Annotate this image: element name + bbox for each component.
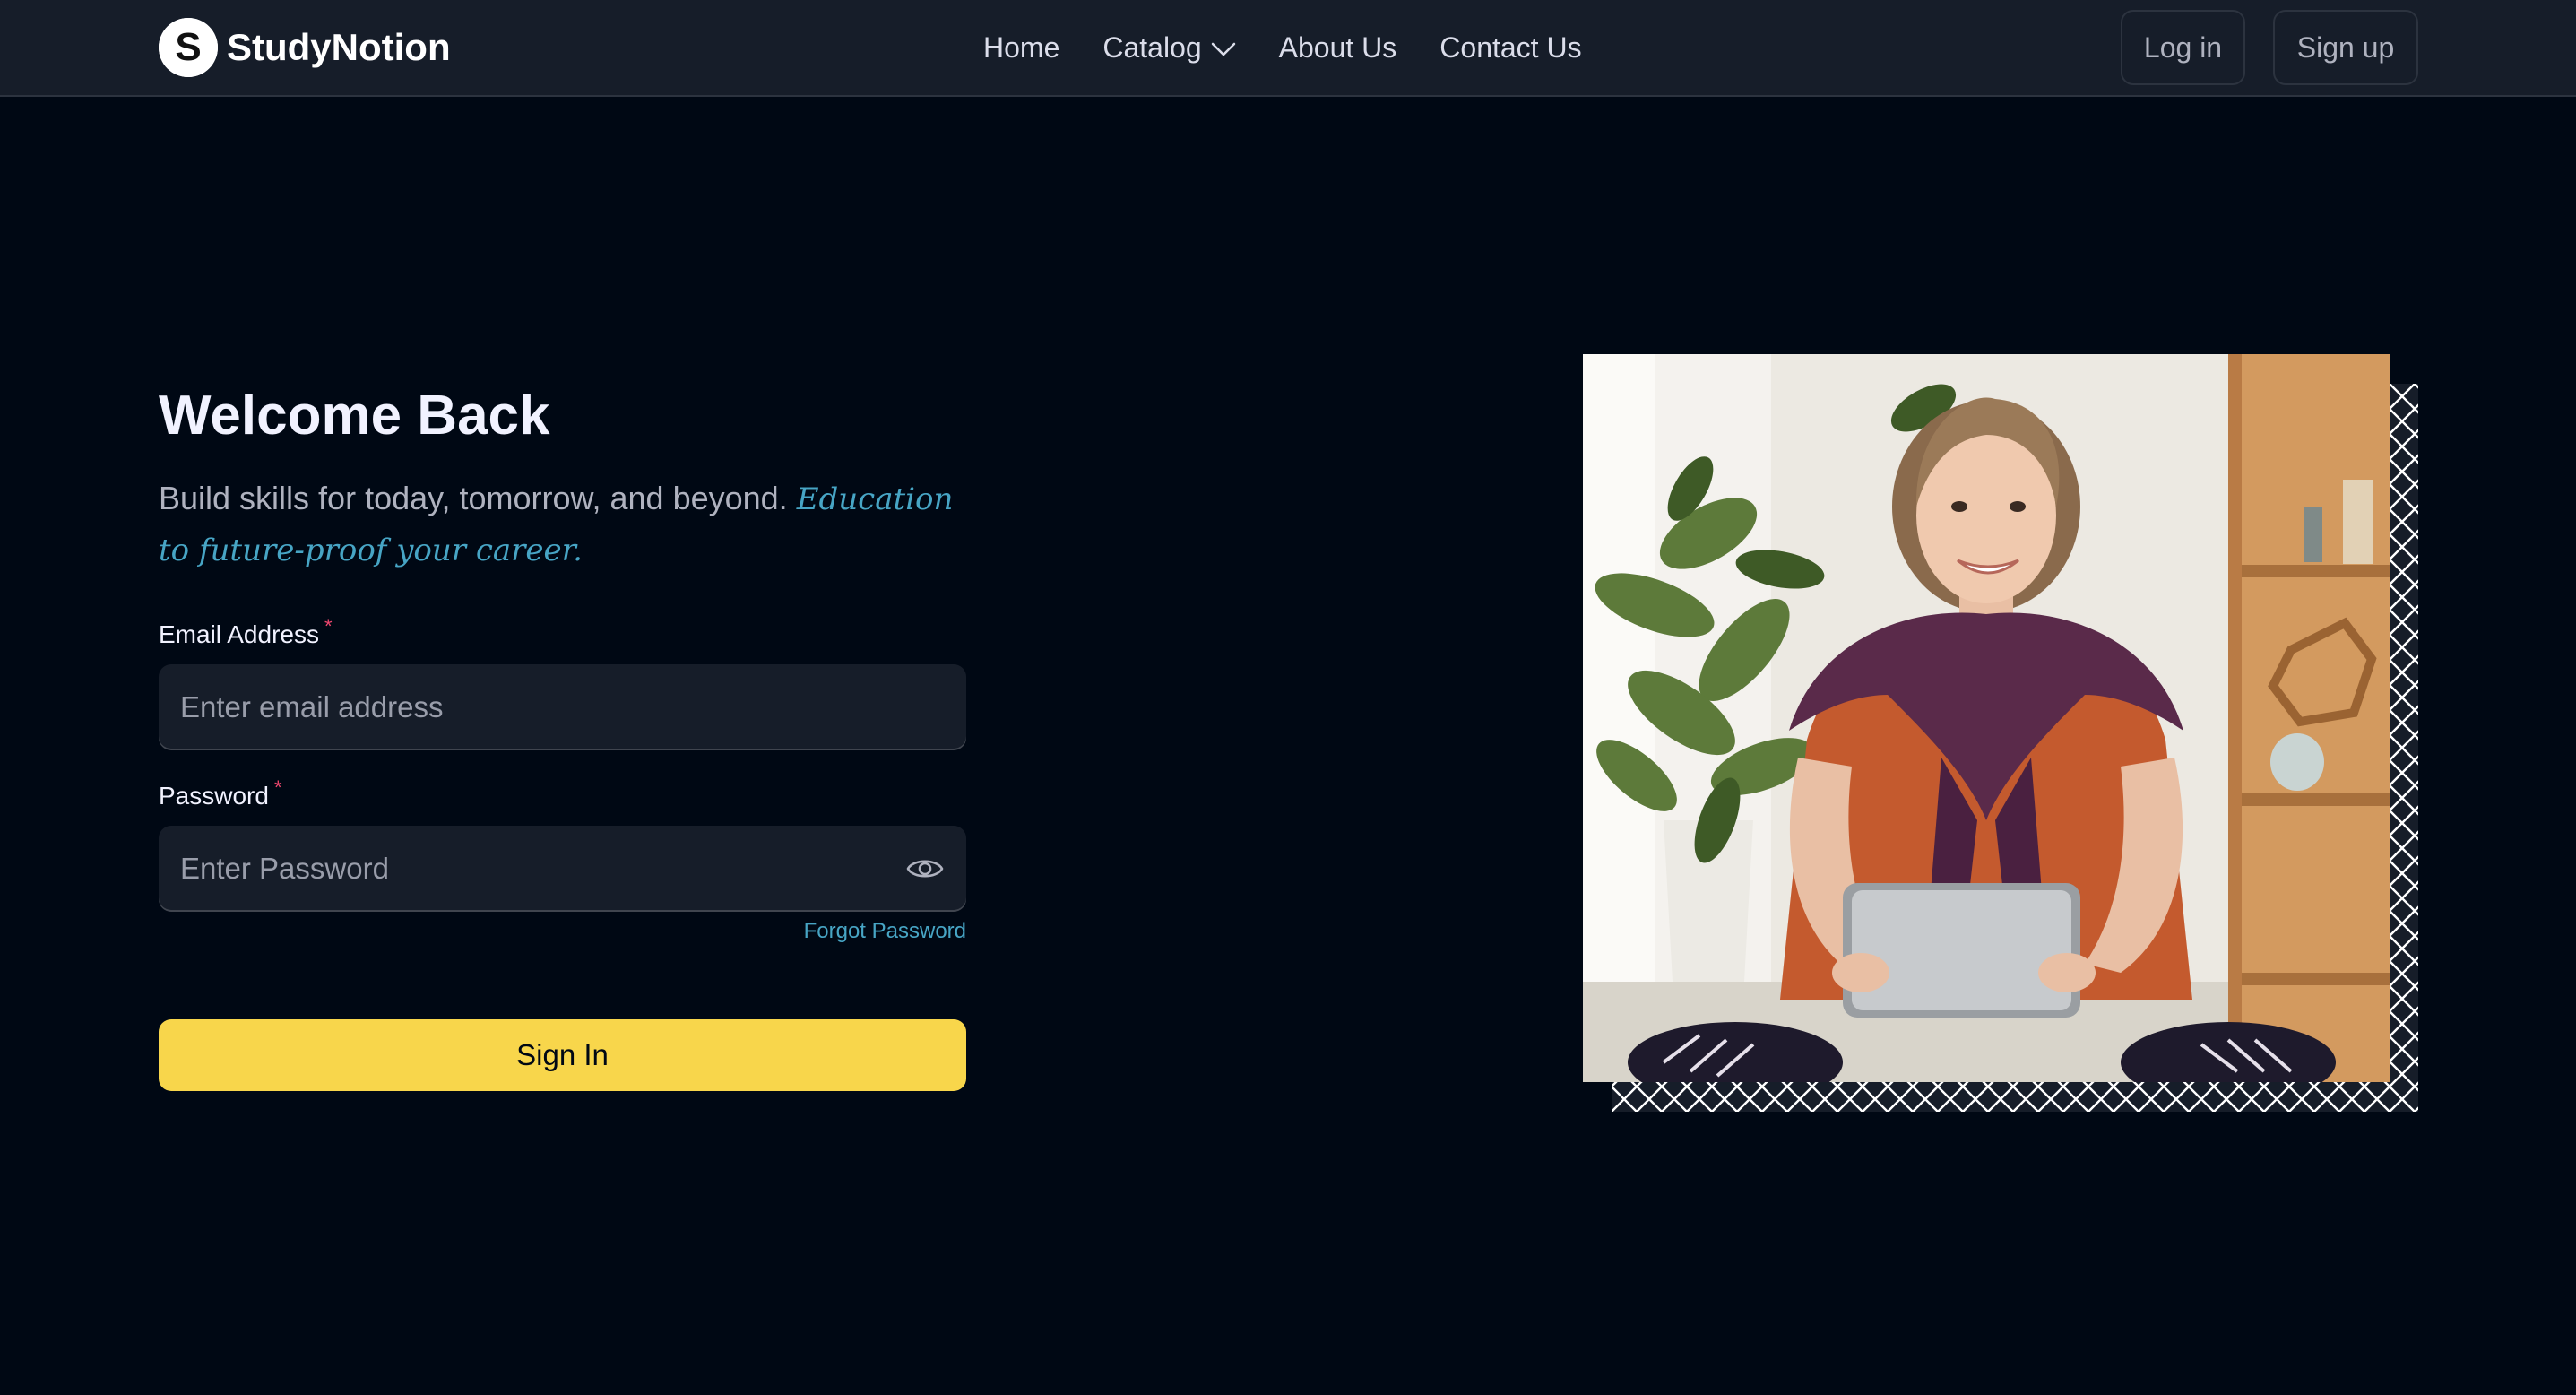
email-label: Email Address * xyxy=(159,615,333,649)
required-mark: * xyxy=(273,776,282,799)
forgot-password-link[interactable]: Forgot Password xyxy=(804,919,966,944)
subtitle-text: Build skills for today, tomorrow, and be… xyxy=(159,480,788,516)
email-input[interactable] xyxy=(159,664,966,750)
email-field-wrapper xyxy=(159,664,966,750)
logo-icon: S xyxy=(159,18,218,77)
login-button[interactable]: Log in xyxy=(2121,10,2245,85)
brand-logo[interactable]: S StudyNotion xyxy=(159,18,451,77)
logo-letter: S xyxy=(175,25,201,69)
nav-catalog[interactable]: Catalog xyxy=(1102,31,1235,65)
brand-name: StudyNotion xyxy=(227,26,451,68)
password-label-text: Password xyxy=(159,782,269,810)
page-title: Welcome Back xyxy=(159,385,550,446)
password-input[interactable] xyxy=(159,826,966,912)
required-mark: * xyxy=(324,615,333,637)
eye-icon[interactable] xyxy=(905,853,945,885)
main-nav: Home Catalog About Us Contact Us xyxy=(983,0,1582,95)
hero-image xyxy=(1583,354,2390,1082)
nav-home[interactable]: Home xyxy=(983,31,1059,65)
password-field-wrapper xyxy=(159,826,966,912)
nav-contact[interactable]: Contact Us xyxy=(1439,31,1581,65)
nav-catalog-label: Catalog xyxy=(1102,30,1202,64)
sign-in-button[interactable]: Sign In xyxy=(159,1019,966,1091)
page-subtitle: Build skills for today, tomorrow, and be… xyxy=(159,473,988,576)
email-label-text: Email Address xyxy=(159,620,319,648)
nav-about[interactable]: About Us xyxy=(1279,31,1397,65)
signup-button[interactable]: Sign up xyxy=(2273,10,2418,85)
password-label: Password * xyxy=(159,776,282,810)
chevron-down-icon xyxy=(1211,31,1236,65)
navbar: S StudyNotion Home Catalog About Us Cont… xyxy=(0,0,2576,97)
